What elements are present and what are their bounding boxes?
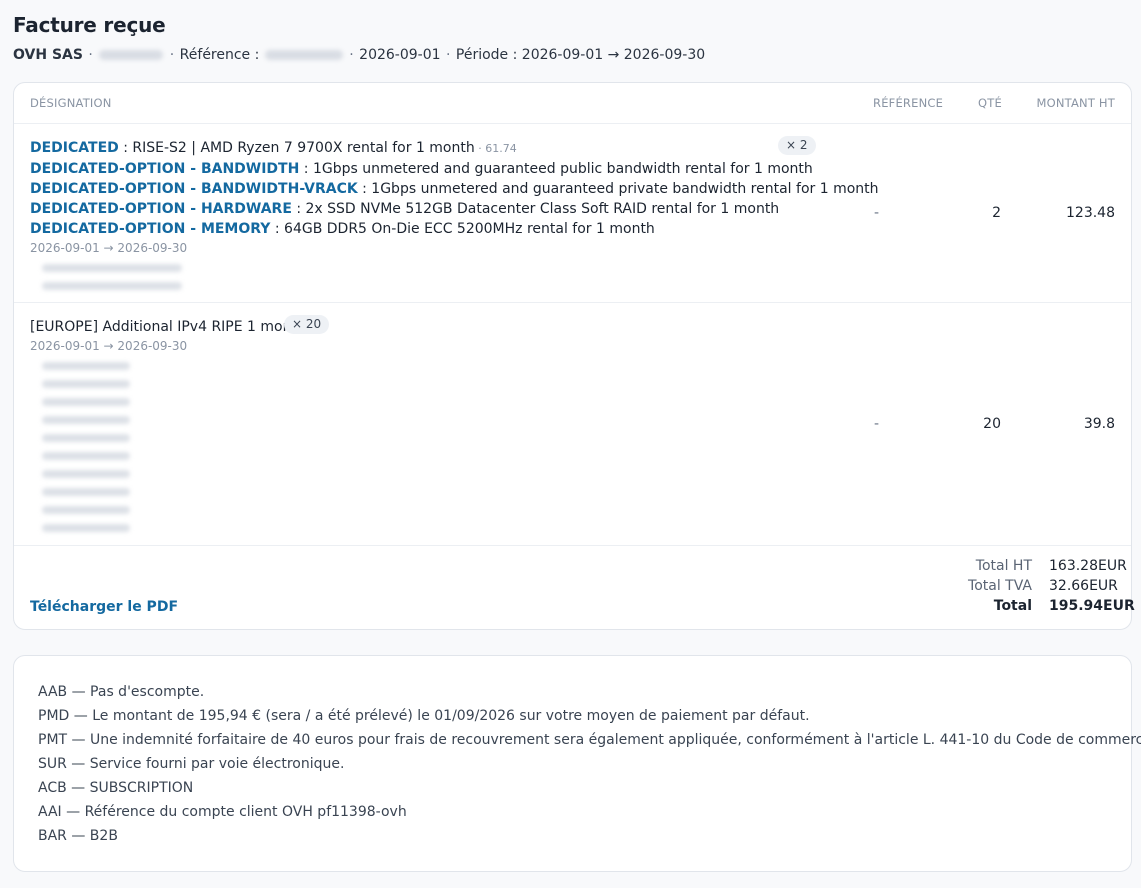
- invoice-page: Facture reçue OVH SAS · · Référence : · …: [0, 0, 1141, 872]
- legal-note: BAR — B2B: [38, 828, 118, 844]
- column-reference: RÉFÉRENCE: [873, 96, 944, 110]
- vendor-name: OVH SAS: [13, 47, 83, 63]
- legal-note: PMT — Une indemnité forfaitaire de 40 eu…: [38, 732, 1141, 748]
- redacted-service-name: [42, 282, 182, 290]
- line-amount: 39.8: [1083, 416, 1115, 432]
- redacted-ip: [42, 416, 130, 424]
- line-qty: 20: [983, 416, 1001, 432]
- download-pdf-link[interactable]: Télécharger le PDF: [30, 599, 178, 615]
- redacted-ip: [42, 470, 130, 478]
- page-title: Facture reçue: [13, 13, 166, 37]
- redacted-service-name: [42, 264, 182, 272]
- line-period: 2026-09-01 → 2026-09-30: [30, 241, 188, 255]
- legal-note: AAI — Référence du compte client OVH pf1…: [38, 804, 407, 820]
- column-qty: QTÉ: [978, 96, 1002, 110]
- column-designation: DÉSIGNATION: [30, 96, 112, 110]
- list-item: DEDICATED-OPTION - BANDWIDTH-VRACK : 1Gb…: [30, 181, 879, 197]
- legal-note: PMD — Le montant de 195,94 € (sera / a é…: [38, 708, 810, 724]
- legal-note: ACB — SUBSCRIPTION: [38, 780, 194, 796]
- line-reference: -: [874, 205, 880, 221]
- list-item: DEDICATED-OPTION - MEMORY : 64GB DDR5 On…: [30, 221, 655, 237]
- period-label: Période :: [455, 47, 518, 63]
- line-amount: 123.48: [1066, 205, 1115, 221]
- table-row: DEDICATED : RISE-S2 | AMD Ryzen 7 9700X …: [14, 124, 1131, 303]
- total-tva-value: 32.66EUR: [1049, 578, 1118, 594]
- column-amount: MONTANT HT: [1036, 96, 1115, 110]
- totals-table: Total HT 163.28EUR Total TVA 32.66EUR To…: [929, 556, 1135, 616]
- redacted-reference: [264, 50, 343, 60]
- totals-section: Télécharger le PDF Total HT 163.28EUR To…: [14, 544, 1135, 629]
- line-period: 2026-09-01 → 2026-09-30: [30, 339, 188, 353]
- line-reference: -: [874, 416, 880, 432]
- redacted-ip: [42, 524, 130, 532]
- list-item: [EUROPE] Additional IPv4 RIPE 1 month: [30, 319, 306, 335]
- unit-price: · 61.74: [474, 142, 517, 155]
- legal-notes-card: AAB — Pas d'escompte. PMD — Le montant d…: [13, 655, 1141, 872]
- total-ht-value: 163.28EUR: [1049, 558, 1127, 574]
- invoice-lines-card: DÉSIGNATION RÉFÉRENCE QTÉ MONTANT HT DED…: [13, 82, 1135, 630]
- total-tva-row: Total TVA 32.66EUR: [968, 578, 1118, 594]
- invoice-period: 2026-09-01 → 2026-09-30: [521, 47, 706, 63]
- redacted-ip: [42, 488, 130, 496]
- list-item: DEDICATED-OPTION - BANDWIDTH : 1Gbps unm…: [30, 161, 813, 177]
- grand-total-value: 195.94EUR: [1049, 598, 1135, 614]
- quantity-badge: × 2: [778, 136, 816, 155]
- table-header: DÉSIGNATION RÉFÉRENCE QTÉ MONTANT HT: [14, 83, 1131, 124]
- line-qty: 2: [992, 205, 1001, 221]
- grand-total-row: Total 195.94EUR: [993, 598, 1135, 614]
- redacted-ip: [42, 452, 130, 460]
- list-item: DEDICATED-OPTION - HARDWARE : 2x SSD NVM…: [30, 201, 780, 217]
- redacted-ip: [42, 362, 130, 370]
- redacted-ip: [42, 434, 130, 442]
- total-ht-row: Total HT 163.28EUR: [975, 558, 1127, 574]
- line-description: [EUROPE] Additional IPv4 RIPE 1 month 20…: [30, 317, 820, 532]
- legal-note: AAB — Pas d'escompte.: [38, 684, 205, 700]
- redacted-ip: [42, 398, 130, 406]
- redacted-ip: [42, 380, 130, 388]
- table-row: [EUROPE] Additional IPv4 RIPE 1 month 20…: [14, 303, 1131, 546]
- invoice-date: 2026-09-01: [359, 47, 441, 63]
- redacted-invoice-number: [99, 50, 164, 60]
- invoice-meta: OVH SAS · · Référence : · 2026-09-01 · P…: [13, 47, 706, 63]
- line-description: DEDICATED : RISE-S2 | AMD Ryzen 7 9700X …: [30, 138, 879, 290]
- redacted-ip: [42, 506, 130, 514]
- reference-label: Référence :: [179, 47, 260, 63]
- quantity-badge: × 20: [284, 315, 330, 334]
- legal-note: SUR — Service fourni par voie électroniq…: [38, 756, 345, 772]
- list-item: DEDICATED : RISE-S2 | AMD Ryzen 7 9700X …: [30, 140, 517, 156]
